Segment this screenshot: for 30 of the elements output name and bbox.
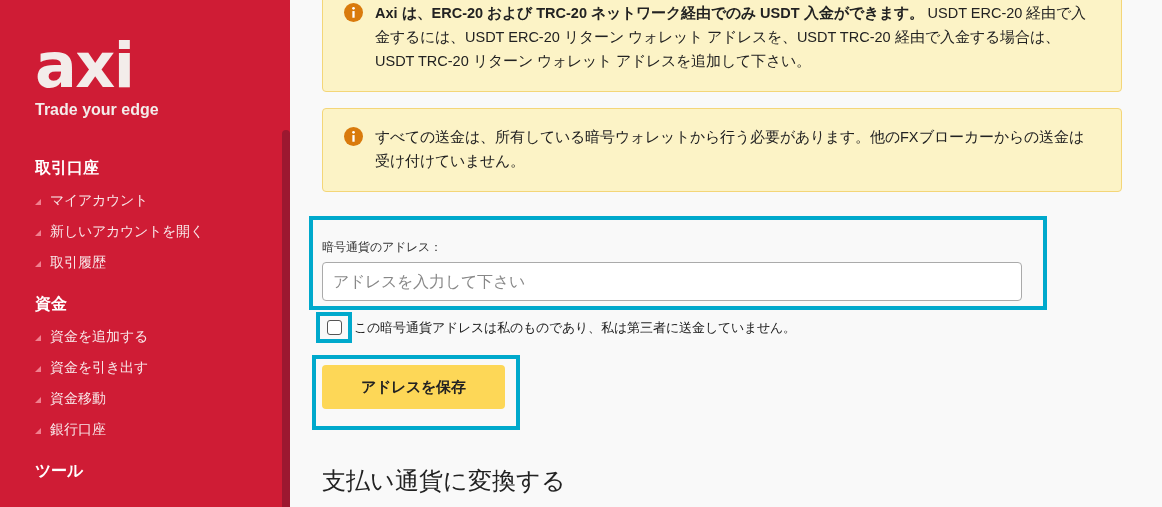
sidebar-link[interactable]: 取引履歴 [50, 252, 106, 272]
triangle-icon [35, 229, 41, 236]
info-icon [344, 127, 363, 146]
sidebar-link[interactable]: 資金を追加する [50, 326, 148, 346]
sidebar-heading: 取引口座 [35, 158, 100, 178]
triangle-icon [35, 198, 41, 205]
sidebar-link[interactable]: 新しいアカウントを開く [50, 221, 204, 241]
scrollbar[interactable] [282, 130, 290, 507]
sidebar-link[interactable]: 資金を引き出す [50, 357, 148, 377]
triangle-icon [35, 365, 41, 372]
triangle-icon [35, 260, 41, 267]
sidebar-link[interactable]: 銀行口座 [50, 419, 106, 439]
field-label: 暗号通貨のアドレス： [322, 239, 443, 256]
checkbox-label: この暗号通貨アドレスは私のものであり、私は第三者に送金していません。 [354, 318, 796, 337]
info-icon [344, 3, 363, 22]
triangle-icon [35, 396, 41, 403]
triangle-icon [35, 334, 41, 341]
checkbox[interactable] [326, 320, 342, 335]
notice-text: Axi は、ERC-20 および TRC-20 ネットワーク経由でのみ USDT 入金ができます。 USDT ERC-20 経由で入金するには、USDT ERC-20 リターン ウォレット アドレスを、USDT TRC-20 経由で入金する場合は、USDT TRC-20 リターン ウォレット アドレスを追加して下さい。 [375, 4, 1088, 71]
sidebar-link[interactable]: 資金移動 [50, 388, 106, 408]
sidebar-heading: 資金 [35, 294, 68, 314]
logo: axi [35, 38, 135, 94]
address-input[interactable]: アドレスを入力して下さい [322, 262, 1022, 301]
section-heading: 支払い通貨に変換する [322, 466, 567, 496]
tagline: Trade your edge [35, 100, 160, 120]
sidebar-heading: ツール [35, 461, 84, 481]
notice-text: すべての送金は、所有している暗号ウォレットから行う必要があります。他のFXブローカーからの送金は受け付けていません。 [375, 128, 1085, 171]
triangle-icon [35, 427, 41, 434]
sidebar-link[interactable]: マイアカウント [50, 190, 148, 210]
save-address-button[interactable]: アドレスを保存 [322, 365, 505, 409]
